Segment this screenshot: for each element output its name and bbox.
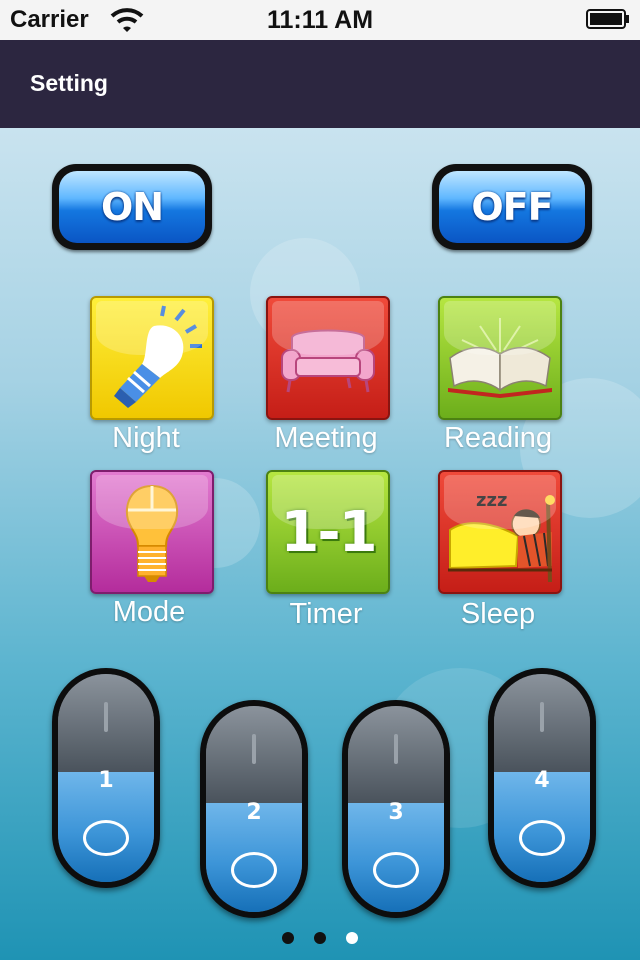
slider-ring-icon — [519, 820, 565, 856]
bulb-mode-icon — [125, 484, 179, 582]
channel-slider-3[interactable]: 3 — [342, 700, 450, 918]
mode-button[interactable] — [90, 470, 214, 594]
bulb-light-icon — [114, 305, 202, 408]
tile-label-sleep: Sleep — [460, 598, 536, 630]
on-button-label: ON — [59, 171, 205, 243]
slider-ring-icon — [231, 852, 277, 888]
slider-ring-icon — [83, 820, 129, 856]
slider-handle-line — [252, 734, 256, 764]
status-bar: Carrier 11:11 AM — [0, 0, 640, 40]
slider-ring-icon — [373, 852, 419, 888]
navigation-bar: Setting — [0, 40, 640, 128]
slider-track: 4 — [494, 674, 590, 882]
tile-label-night: Night — [112, 422, 180, 454]
channel-slider-4[interactable]: 4 — [488, 668, 596, 888]
tile-label-reading: Reading — [443, 422, 553, 454]
page-dot-1[interactable] — [282, 932, 294, 944]
page-dot-2[interactable] — [314, 932, 326, 944]
sleeping-person-icon: zzz — [448, 490, 555, 583]
night-button[interactable] — [90, 296, 214, 420]
slider-number: 3 — [388, 800, 404, 825]
slider-handle-line — [540, 702, 544, 732]
channel-slider-2[interactable]: 2 — [200, 700, 308, 918]
page-indicator[interactable] — [0, 932, 640, 944]
slider-track: 1 — [58, 674, 154, 882]
status-time: 11:11 AM — [266, 6, 374, 34]
tile-label-mode: Mode — [112, 596, 186, 628]
page-title: Setting — [30, 70, 108, 96]
meeting-button[interactable] — [266, 296, 390, 420]
tile-label-timer: Timer — [289, 598, 363, 630]
slider-handle-line — [394, 734, 398, 764]
off-button-label: OFF — [439, 171, 585, 243]
open-book-icon — [448, 318, 552, 398]
timer-button[interactable]: 1-1 — [266, 470, 390, 594]
slider-number: 2 — [246, 800, 262, 825]
slider-number: 4 — [534, 768, 550, 793]
timer-icon-text: 1-1 — [280, 499, 377, 565]
sleep-icon-text: zzz — [476, 490, 507, 511]
battery-icon — [586, 9, 629, 29]
timer-icon: 1-1 — [268, 472, 388, 592]
main-content: ON OFF Night Meeting Reading 1-1 zzz Mod… — [0, 128, 640, 960]
channel-slider-1[interactable]: 1 — [52, 668, 160, 888]
slider-number: 1 — [98, 768, 114, 793]
slider-handle-line — [104, 702, 108, 732]
sleep-button[interactable]: zzz — [438, 470, 562, 594]
slider-track: 2 — [206, 706, 302, 912]
reading-button[interactable] — [438, 296, 562, 420]
slider-track: 3 — [348, 706, 444, 912]
sofa-icon — [281, 329, 375, 393]
off-button[interactable]: OFF — [432, 164, 592, 250]
tile-label-meeting: Meeting — [274, 422, 378, 454]
on-button[interactable]: ON — [52, 164, 212, 250]
page-dot-3[interactable] — [346, 932, 358, 944]
